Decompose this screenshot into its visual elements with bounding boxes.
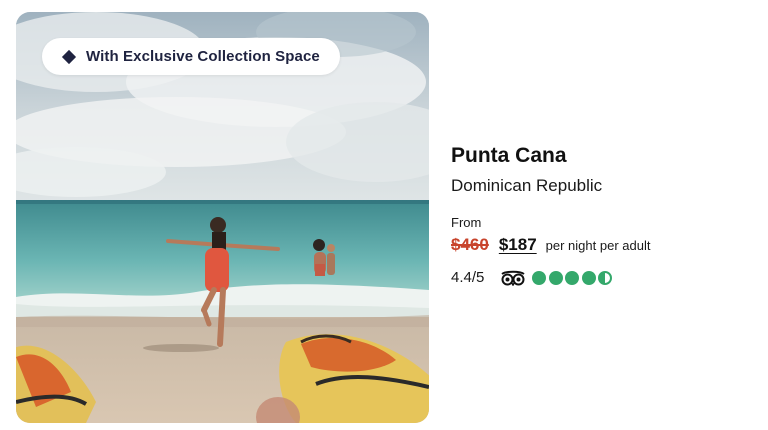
rating-bubble	[598, 270, 613, 285]
rating-score: 4.4/5	[451, 269, 485, 286]
original-price: $460	[451, 235, 489, 254]
hotel-info: Punta Cana Dominican Republic From $460 …	[451, 142, 751, 286]
rating-bubble	[581, 270, 596, 285]
price-row: $460 $187 per night per adult	[451, 234, 751, 257]
rating-row: 4.4/5	[451, 269, 751, 286]
rating-bubble	[532, 270, 547, 285]
price-unit: per night per adult	[545, 238, 651, 253]
rating-bubble	[548, 270, 563, 285]
rating-bubbles	[532, 270, 615, 285]
destination-title[interactable]: Punta Cana	[451, 142, 751, 170]
badge-label: With Exclusive Collection Space	[86, 48, 320, 65]
hotel-card[interactable]: With Exclusive Collection Space Punta Ca…	[0, 0, 768, 430]
discounted-price[interactable]: $187	[499, 234, 537, 256]
destination-country: Dominican Republic	[451, 176, 603, 195]
rating-bubble	[565, 270, 580, 285]
exclusive-collection-badge: With Exclusive Collection Space	[42, 38, 340, 75]
tripadvisor-owl-icon	[500, 270, 526, 286]
diamond-icon	[61, 49, 77, 64]
from-label: From	[451, 215, 482, 230]
destination-photo[interactable]: With Exclusive Collection Space	[16, 12, 429, 423]
children-figures	[313, 239, 335, 276]
